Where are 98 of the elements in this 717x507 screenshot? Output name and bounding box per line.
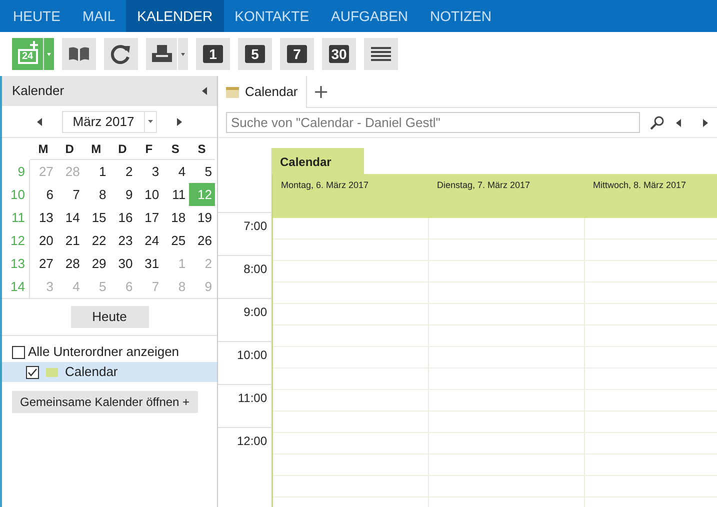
calendar-view-button[interactable]: 7 — [280, 38, 314, 70]
day-cell[interactable]: 30 — [109, 252, 136, 275]
calendar-page-icon: 5 — [245, 45, 265, 63]
weekday-label: S — [162, 138, 189, 160]
calendar-page-icon: 1 — [203, 45, 223, 63]
day-cell[interactable]: 3 — [136, 160, 162, 183]
panel-title: Kalender — [12, 82, 64, 100]
day-cell[interactable]: 21 — [56, 229, 83, 252]
day-cell[interactable]: 26 — [188, 229, 215, 252]
nav-tab[interactable]: NOTIZEN — [419, 0, 502, 32]
day-cell[interactable]: 5 — [188, 160, 215, 183]
day-cell[interactable]: 9 — [109, 183, 136, 206]
time-label: 11:00 — [238, 390, 267, 407]
refresh-button[interactable] — [104, 38, 138, 70]
search-icon[interactable] — [650, 116, 664, 130]
today-button[interactable]: Heute — [70, 306, 148, 328]
day-header: Montag, 6. März 2017 — [280, 179, 370, 192]
day-cell[interactable]: 25 — [162, 229, 189, 252]
day-cell[interactable]: 31 — [136, 252, 162, 275]
calendar-page-icon: 7 — [287, 45, 307, 63]
previous-month-icon[interactable] — [36, 118, 42, 126]
week-number: 12 — [2, 229, 30, 252]
time-label: 7:00 — [244, 218, 267, 235]
month-dropdown[interactable]: März 2017 — [62, 110, 158, 132]
day-cell[interactable]: 10 — [136, 183, 162, 206]
day-cell[interactable]: 27 — [30, 252, 56, 275]
day-header: Dienstag, 7. März 2017 — [436, 179, 532, 192]
printer-icon — [152, 45, 172, 63]
nav-tab[interactable]: KALENDER — [126, 0, 224, 32]
calendar-view-button[interactable]: 1 — [196, 38, 230, 70]
open-shared-calendars-button[interactable]: Gemeinsame Kalender öffnen + — [12, 391, 198, 413]
calendar-view-button[interactable]: 5 — [238, 38, 272, 70]
day-cell[interactable]: 24 — [136, 229, 162, 252]
nav-tab[interactable]: MAIL — [71, 0, 126, 32]
time-label: 10:00 — [236, 347, 267, 364]
weekday-label: S — [188, 138, 215, 160]
day-cell[interactable]: 16 — [109, 206, 136, 229]
day-cell[interactable]: 15 — [82, 206, 110, 229]
calendar-page-icon: 30 — [329, 45, 349, 63]
day-cell[interactable]: 19 — [188, 206, 215, 229]
calendar-tab[interactable]: Calendar — [218, 76, 307, 108]
nav-tab[interactable]: HEUTE — [2, 0, 72, 32]
day-cell[interactable]: 14 — [56, 206, 83, 229]
weekday-label: F — [136, 138, 162, 160]
calendar-list-item[interactable]: Calendar — [2, 362, 217, 382]
dropdown-caret-icon — [148, 120, 154, 123]
calendar-plus-icon: 24 — [18, 48, 38, 64]
checkbox[interactable] — [12, 346, 25, 358]
day-cell[interactable]: 13 — [30, 206, 56, 229]
calendar-view-button[interactable]: 30 — [322, 38, 356, 70]
next-icon[interactable] — [703, 118, 708, 126]
open-book-icon — [68, 46, 90, 62]
day-cell[interactable]: 22 — [82, 229, 110, 252]
day-cell[interactable]: 8 — [82, 183, 110, 206]
day-cell[interactable]: 28 — [56, 252, 83, 275]
weekday-label: M — [30, 138, 56, 160]
show-subfolders-option[interactable]: Alle Unterordner anzeigen — [2, 342, 217, 362]
day-cell[interactable]: 11 — [162, 183, 189, 206]
time-label: 12:00 — [236, 433, 267, 450]
week-number: 11 — [2, 206, 30, 229]
day-cell[interactable]: 20 — [30, 229, 56, 252]
day-cell[interactable]: 4 — [162, 160, 189, 183]
calendar-color-icon — [46, 368, 58, 376]
checkbox[interactable] — [26, 366, 39, 378]
weekday-label: D — [109, 138, 136, 160]
print-button[interactable] — [146, 38, 188, 70]
weekday-label: M — [82, 138, 110, 160]
list-view-button[interactable] — [364, 38, 398, 70]
time-label: 8:00 — [244, 261, 267, 278]
collapse-icon[interactable] — [202, 87, 207, 95]
weekday-label: D — [56, 138, 83, 160]
address-book-button[interactable] — [62, 38, 96, 70]
nav-tab[interactable]: AUFGABEN — [320, 0, 420, 32]
refresh-icon — [111, 44, 131, 64]
previous-icon[interactable] — [676, 118, 681, 126]
plus-icon — [30, 41, 38, 49]
list-icon — [371, 46, 391, 62]
time-label: 9:00 — [244, 304, 267, 321]
day-cell[interactable]: 1 — [82, 160, 110, 183]
day-cell[interactable]: 6 — [30, 183, 56, 206]
day-cell[interactable]: 23 — [109, 229, 136, 252]
day-cell[interactable]: 7 — [56, 183, 83, 206]
search-field[interactable]: Suche von "Calendar - Daniel Gestl" — [226, 112, 640, 133]
day-cell[interactable]: 18 — [162, 206, 189, 229]
calendar-icon — [226, 86, 239, 98]
day-cell[interactable]: 17 — [136, 206, 162, 229]
week-number: 14 — [2, 275, 30, 298]
week-number: 10 — [2, 183, 30, 206]
week-number: 13 — [2, 252, 30, 275]
caret-icon — [181, 52, 185, 56]
day-cell[interactable]: 2 — [109, 160, 136, 183]
add-tab-icon[interactable] — [314, 86, 327, 98]
week-number: 9 — [2, 160, 30, 183]
caret-icon — [47, 52, 51, 56]
next-month-icon[interactable] — [177, 118, 182, 126]
nav-tab[interactable]: KONTAKTE — [224, 0, 320, 32]
day-header: Mittwoch, 8. März 2017 — [592, 179, 688, 192]
day-cell[interactable]: 29 — [82, 252, 110, 275]
